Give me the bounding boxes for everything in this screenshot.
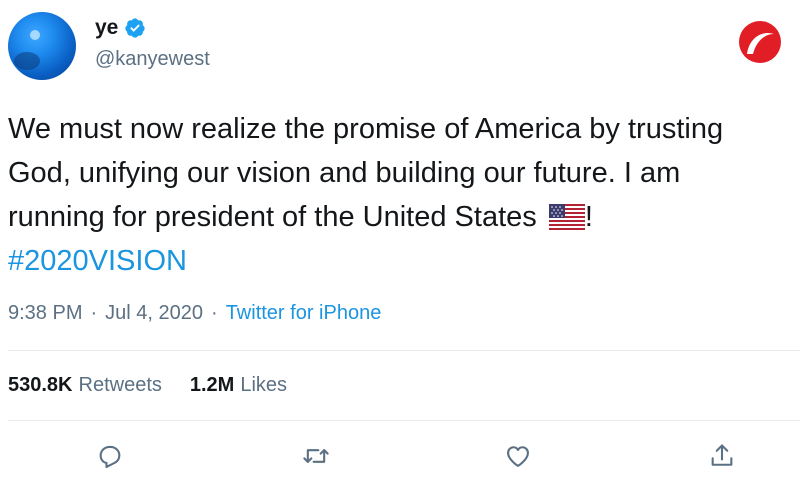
meta-separator-2: ·: [211, 302, 218, 324]
tweet-meta: 9:38 PM · Jul 4, 2020 · Twitter for iPho…: [8, 300, 381, 326]
tweet-time[interactable]: 9:38 PM: [8, 300, 82, 326]
brand-logo-icon: [739, 21, 781, 63]
verified-badge-icon: [125, 18, 145, 38]
hashtag-link[interactable]: #2020VISION: [8, 239, 798, 283]
user-handle[interactable]: @kanyewest: [95, 46, 210, 72]
tweet-line-3-text: running for president of the United Stat…: [8, 201, 537, 233]
display-name-text: ye: [95, 16, 119, 39]
tweet-line-2: God, unifying our vision and building ou…: [8, 157, 681, 189]
meta-separator: ·: [90, 302, 98, 324]
retweet-icon: [303, 449, 329, 463]
us-flag-icon: [548, 204, 585, 230]
tweet-text: We must now realize the promise of Ameri…: [8, 107, 798, 283]
likes-label: Likes: [240, 374, 288, 396]
like-icon: [507, 446, 529, 467]
likes-count: 1.2M: [189, 374, 235, 396]
avatar[interactable]: [8, 12, 76, 80]
likes-stat[interactable]: 1.2M Likes: [190, 372, 287, 398]
tweet-line-1: We must now realize the promise of Ameri…: [8, 113, 724, 145]
avatar-shadow: [14, 52, 40, 70]
retweets-count: 530.8K: [8, 374, 73, 396]
retweets-label: Retweets: [78, 374, 162, 396]
retweet-button[interactable]: [298, 438, 334, 474]
divider: [8, 350, 800, 351]
tweet-line-3-suffix: !: [584, 201, 593, 233]
reply-icon: [99, 445, 121, 469]
divider: [8, 420, 800, 421]
avatar-highlight: [30, 30, 40, 40]
share-icon: [711, 444, 733, 466]
action-bar: [0, 438, 800, 474]
display-name[interactable]: ye: [95, 15, 146, 41]
reply-button[interactable]: [92, 438, 128, 474]
tweet-stats: 530.8K Retweets 1.2M Likes: [8, 372, 315, 398]
share-button[interactable]: [704, 438, 740, 474]
tweet-date[interactable]: Jul 4, 2020: [105, 300, 203, 326]
like-button[interactable]: [500, 438, 536, 474]
tweet-line-3: running for president of the United Stat…: [8, 195, 798, 239]
tweet-source-link[interactable]: Twitter for iPhone: [226, 300, 382, 326]
retweets-stat[interactable]: 530.8K Retweets: [8, 372, 162, 398]
